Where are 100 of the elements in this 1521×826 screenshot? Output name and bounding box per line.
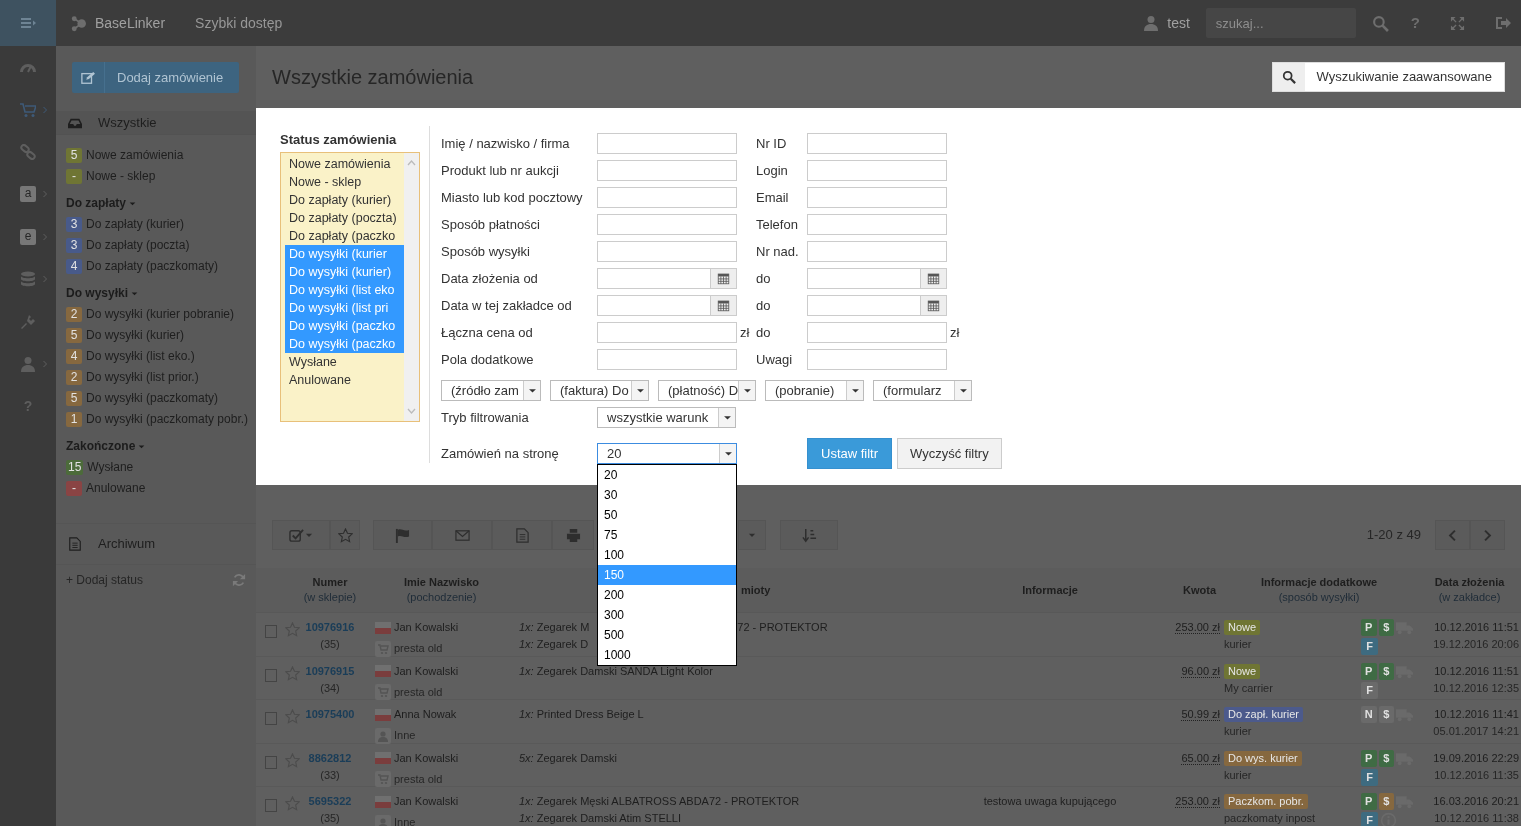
previous-page-button[interactable] <box>1435 520 1470 550</box>
dropdown-option[interactable]: 50 <box>598 505 736 525</box>
column-header[interactable]: mioty <box>741 582 950 598</box>
status-link[interactable]: Do wysyłki (list eko.) <box>86 349 195 363</box>
calendar-icon[interactable] <box>927 299 940 312</box>
column-header[interactable]: Kwota <box>1150 582 1216 598</box>
row-checkbox[interactable] <box>265 625 277 638</box>
status-link[interactable]: Do zapłaty (poczta) <box>86 238 190 252</box>
dropdown-option[interactable]: 75 <box>598 525 736 545</box>
database-icon[interactable] <box>20 271 36 288</box>
search-icon[interactable] <box>1371 14 1389 32</box>
rail-menu-item[interactable]: a <box>20 186 36 203</box>
status-link[interactable]: Do wysyłki (paczkomaty pobr.) <box>86 412 249 426</box>
dropdown-option[interactable]: 20 <box>598 465 736 485</box>
text-field[interactable] <box>597 322 737 343</box>
text-field[interactable] <box>597 214 737 235</box>
text-field[interactable] <box>807 160 947 181</box>
cart-icon[interactable] <box>20 101 36 118</box>
dropdown-option[interactable]: 200 <box>598 585 736 605</box>
text-field[interactable] <box>597 133 737 154</box>
row-checkbox[interactable] <box>265 799 277 812</box>
text-field[interactable] <box>807 187 947 208</box>
status-link[interactable]: Nowe - sklep <box>86 169 156 183</box>
text-field[interactable] <box>597 349 737 370</box>
help-icon[interactable]: ? <box>1410 11 1420 35</box>
dropdown[interactable]: wszystkie warunk <box>597 407 736 428</box>
refresh-icon[interactable] <box>232 572 246 587</box>
row-checkbox[interactable] <box>265 712 277 725</box>
dropdown-button[interactable] <box>738 520 766 550</box>
date-field[interactable] <box>807 295 947 316</box>
dropdown-option[interactable]: 150 <box>598 565 736 585</box>
list-option[interactable]: Wysłane <box>285 352 404 371</box>
row-checkbox[interactable] <box>265 668 277 682</box>
dropdown-option[interactable]: 1000 <box>598 645 736 665</box>
column-header[interactable]: Imie Nazwisko <box>360 575 523 590</box>
rail-menu-item[interactable]: e <box>20 228 36 245</box>
link-icon[interactable] <box>20 143 36 160</box>
dropdown[interactable]: (faktura) Do <box>550 380 649 401</box>
brand-name[interactable]: BaseLinker <box>95 12 166 34</box>
menu-icon[interactable] <box>20 15 36 31</box>
row-checkbox[interactable] <box>265 755 277 769</box>
star-button[interactable] <box>330 520 360 550</box>
text-field[interactable] <box>807 241 947 262</box>
group-heading[interactable]: Do zapłaty <box>66 193 126 214</box>
calendar-icon[interactable] <box>927 272 940 285</box>
dropdown[interactable]: (płatność) D <box>658 380 756 401</box>
group-heading[interactable]: Zakończone <box>66 436 136 457</box>
search-field[interactable]: szukaj... <box>1205 8 1356 38</box>
status-link[interactable]: Do wysyłki (kurier pobranie) <box>86 307 235 321</box>
dropdown[interactable]: (pobranie) <box>765 380 864 401</box>
dropdown-option[interactable]: 300 <box>598 605 736 625</box>
flag-button[interactable] <box>373 520 432 550</box>
date-field[interactable] <box>597 295 737 316</box>
order-number-link[interactable]: 10976916 <box>300 619 360 636</box>
advanced-search-button[interactable]: Wyszukiwanie zaawansowane <box>1271 62 1505 92</box>
order-number-link[interactable]: 10976915 <box>300 662 360 680</box>
dropdown-option[interactable]: 500 <box>598 625 736 645</box>
text-field[interactable] <box>807 133 947 154</box>
text-field[interactable] <box>597 160 737 181</box>
calendar-icon[interactable] <box>717 299 730 312</box>
user-icon[interactable] <box>20 355 36 372</box>
text-field[interactable] <box>807 322 947 343</box>
filter-button[interactable]: Wyczyść filtry <box>897 438 1002 469</box>
status-link[interactable]: Do wysyłki (paczkomaty) <box>86 391 219 405</box>
filter-button[interactable]: Ustaw filtr <box>807 438 893 469</box>
user-name[interactable]: test <box>1167 12 1190 34</box>
group-heading[interactable]: Do wysyłki <box>66 283 129 304</box>
text-field[interactable] <box>597 187 737 208</box>
status-link[interactable]: Wysłane <box>87 460 134 474</box>
list-option[interactable]: Anulowane <box>285 370 404 389</box>
dropdown[interactable]: (formularz <box>873 380 972 401</box>
help-icon[interactable]: ? <box>20 395 36 417</box>
order-number-link[interactable]: 5695322 <box>300 793 360 810</box>
list-option[interactable]: Do zapłaty (paczko <box>285 226 404 245</box>
status-link[interactable]: Do zapłaty (kurier) <box>86 217 185 231</box>
logout-icon[interactable] <box>1495 15 1511 31</box>
status-link[interactable]: Do wysyłki (kurier) <box>86 328 184 342</box>
order-number-link[interactable]: 10975400 <box>300 706 360 723</box>
list-option[interactable]: Nowe - sklep <box>285 172 404 191</box>
column-header[interactable]: Numer <box>300 575 360 590</box>
print-button[interactable] <box>552 520 594 550</box>
text-field[interactable] <box>807 349 947 370</box>
quick-access-link[interactable]: Szybki dostęp <box>195 12 283 34</box>
sort-button[interactable] <box>780 520 838 550</box>
text-field[interactable] <box>597 241 737 262</box>
column-header[interactable]: Data złożenia <box>1418 575 1521 590</box>
fullscreen-icon[interactable] <box>1450 15 1465 31</box>
dropdown[interactable]: 20 <box>597 443 737 464</box>
calendar-icon[interactable] <box>717 272 730 285</box>
status-link[interactable]: Do wysyłki (list prior.) <box>86 370 199 384</box>
date-field[interactable] <box>807 268 947 289</box>
order-number-link[interactable]: 8862812 <box>300 749 360 767</box>
column-header[interactable]: Informacje <box>950 582 1150 598</box>
dropdown-option[interactable]: 30 <box>598 485 736 505</box>
date-field[interactable] <box>597 268 737 289</box>
status-link[interactable]: Do zapłaty (paczkomaty) <box>86 259 219 273</box>
list-option[interactable]: Do zapłaty (kurier) <box>285 190 404 209</box>
column-header[interactable]: Informacje dodatkowe <box>1220 575 1418 590</box>
archive-link[interactable]: Archiwum <box>98 534 156 554</box>
plug-icon[interactable] <box>20 313 36 330</box>
